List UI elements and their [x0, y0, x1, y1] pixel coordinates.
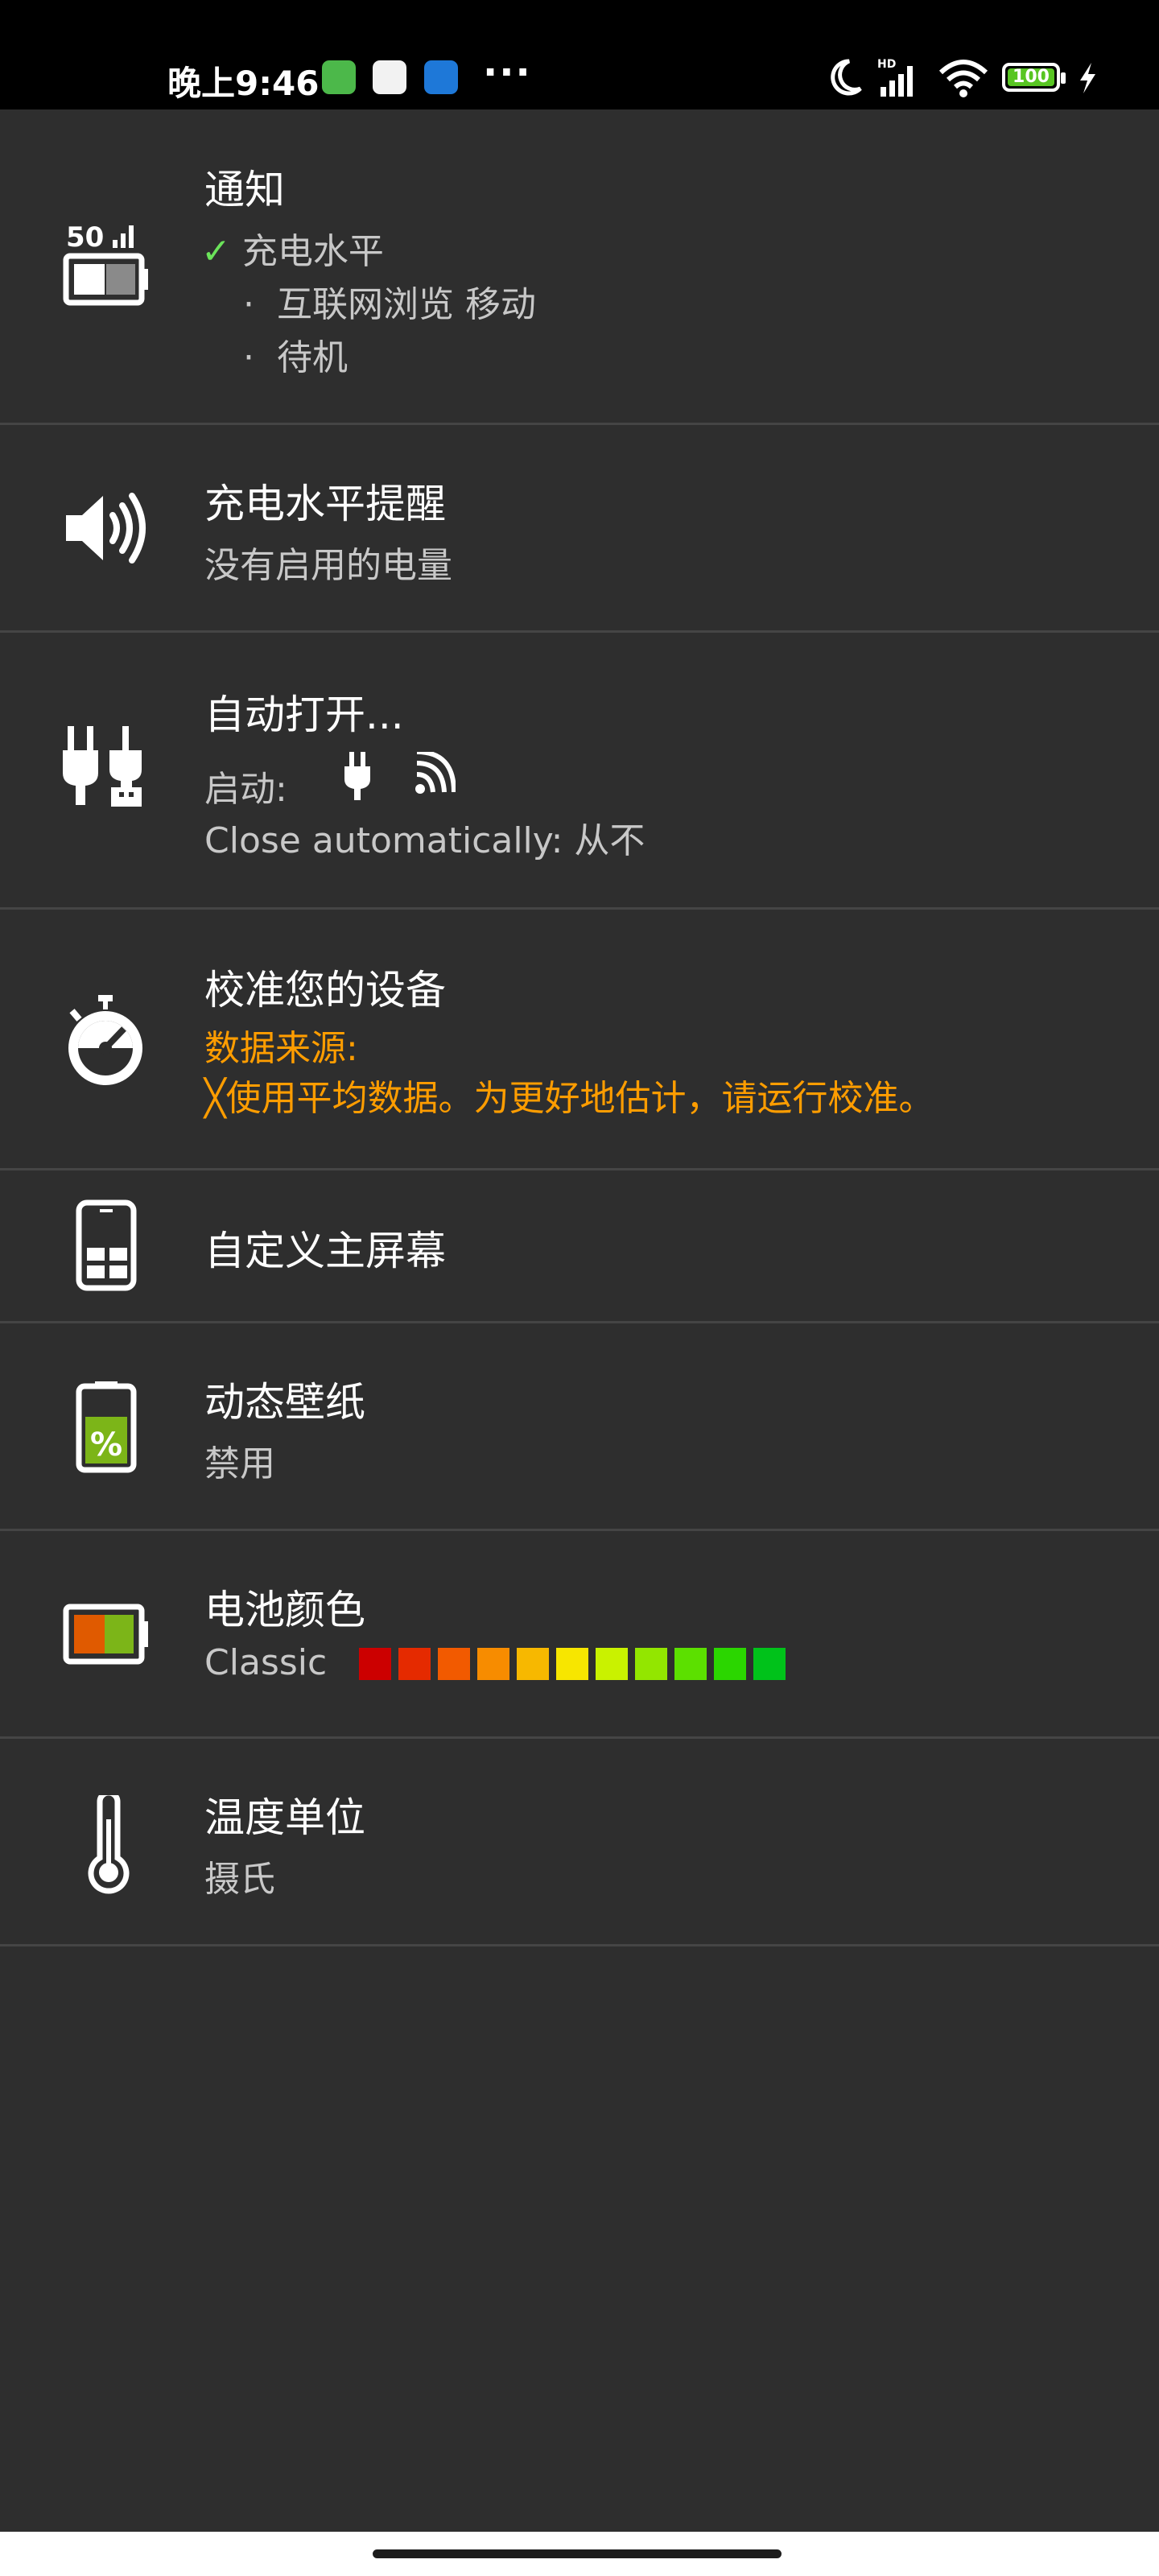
bullet-item: · 待机 — [243, 337, 348, 378]
battery-signal-icon: 50 — [63, 221, 148, 306]
temperature-unit-setting[interactable]: 温度单位 摄氏 — [0, 1739, 1159, 1946]
phone-widget-icon — [76, 1199, 137, 1291]
battery-color-setting[interactable]: 电池颜色 Classic — [0, 1531, 1159, 1739]
color-swatch — [556, 1648, 588, 1680]
app-icon-white — [373, 60, 406, 94]
color-swatch — [517, 1648, 549, 1680]
color-swatch — [398, 1648, 431, 1680]
app-icon-green — [322, 60, 356, 94]
bullet-item-label: 互联网浏览 移动 — [276, 284, 536, 325]
color-swatch — [477, 1648, 509, 1680]
color-swatch — [359, 1648, 391, 1680]
battery-color-title: 电池颜色 — [204, 1587, 365, 1633]
plugs-icon — [63, 726, 142, 807]
stopwatch-icon — [68, 995, 142, 1085]
battery-color-icon — [63, 1604, 148, 1665]
bullet-item-label: 待机 — [276, 337, 348, 378]
auto-open-start-label: 启动: — [204, 769, 287, 810]
live-wallpaper-title: 动态壁纸 — [204, 1379, 365, 1426]
auto-close-label: Close automatically: 从不 — [204, 820, 645, 861]
data-source-label: 数据来源: — [204, 1028, 358, 1069]
battery-color-subtitle: Classic — [204, 1642, 328, 1683]
charge-alert-title: 充电水平提醒 — [204, 481, 446, 527]
calibrate-title: 校准您的设备 — [204, 967, 446, 1013]
moon-icon — [831, 59, 862, 96]
percent-glyph: % — [90, 1426, 122, 1463]
charge-alert-setting[interactable]: 充电水平提醒 没有启用的电量 — [0, 425, 1159, 633]
thermometer-icon — [88, 1795, 130, 1894]
temperature-unit-title: 温度单位 — [204, 1794, 365, 1841]
live-wallpaper-subtitle: 禁用 — [204, 1443, 275, 1484]
checked-item-label: 充电水平 — [241, 231, 384, 272]
overflow-dots: ··· — [483, 50, 532, 95]
svg-text:HD: HD — [877, 58, 896, 71]
calibration-warning-text: 使用平均数据。为更好地估计，请运行校准。 — [225, 1078, 934, 1119]
auto-open-title: 自动打开... — [204, 691, 404, 738]
calibration-warning: ╳使用平均数据。为更好地估计，请运行校准。 — [204, 1069, 934, 1121]
color-swatch — [596, 1648, 628, 1680]
charge-alert-subtitle: 没有启用的电量 — [204, 545, 452, 586]
home-screen-setting[interactable]: 自定义主屏幕 — [0, 1170, 1159, 1323]
speaker-icon — [66, 493, 146, 564]
notification-checked-item: ✓ 充电水平 — [201, 222, 384, 274]
battery-level: 100 — [1008, 68, 1054, 86]
wifi-icon — [938, 60, 988, 97]
check-icon: ✓ — [201, 231, 231, 272]
color-swatches — [359, 1648, 793, 1680]
color-swatch — [438, 1648, 470, 1680]
color-swatch — [674, 1648, 707, 1680]
color-swatch — [714, 1648, 746, 1680]
color-swatch — [753, 1648, 786, 1680]
temperature-unit-subtitle: 摄氏 — [204, 1859, 275, 1900]
warning-x-icon: ╳ — [204, 1078, 226, 1119]
charging-bolt-icon — [1080, 63, 1095, 93]
live-wallpaper-setting[interactable]: % 动态壁纸 禁用 — [0, 1323, 1159, 1531]
app-icon-blue — [424, 60, 458, 94]
battery-icon: 100 — [1002, 63, 1066, 92]
notification-title: 通知 — [204, 167, 285, 213]
notification-setting[interactable]: 50 通知 ✓ 充电水平 · 互联网浏览 移动 · 待机 — [0, 109, 1159, 425]
status-time: 晚上9:46 — [167, 64, 320, 103]
auto-open-setting[interactable]: 自动打开... 启动: Close automatically: 从不 — [0, 633, 1159, 910]
hd-signal-icon: HD — [877, 58, 913, 97]
calibrate-setting[interactable]: 校准您的设备 数据来源: ╳使用平均数据。为更好地估计，请运行校准。 — [0, 910, 1159, 1170]
battery-percent-icon: % — [76, 1381, 137, 1473]
wireless-trigger-icon[interactable] — [414, 752, 456, 797]
home-indicator[interactable] — [373, 2549, 782, 2558]
status-bar: 晚上9:46 ··· HD 100 — [0, 0, 1159, 109]
battery-signal-text: 50 — [66, 221, 104, 254]
color-swatch — [635, 1648, 667, 1680]
plug-trigger-icon[interactable] — [341, 750, 373, 802]
bullet-item: · 互联网浏览 移动 — [243, 284, 536, 325]
home-screen-title: 自定义主屏幕 — [204, 1228, 446, 1274]
